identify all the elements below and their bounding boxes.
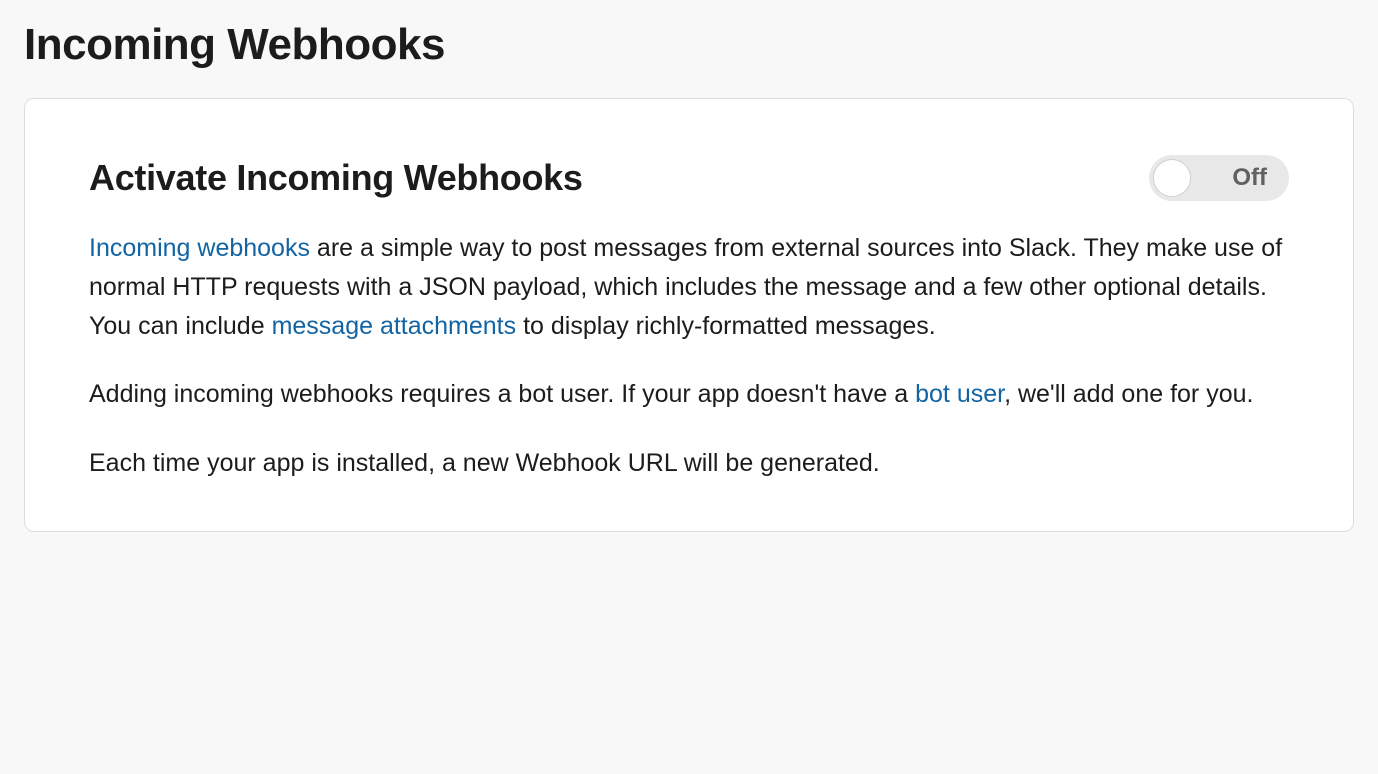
text-span: Adding incoming webhooks requires a bot … — [89, 380, 915, 408]
settings-card: Activate Incoming Webhooks Off Incoming … — [24, 98, 1354, 532]
text-span: to display richly-formatted messages. — [516, 312, 936, 340]
activate-toggle[interactable]: Off — [1149, 155, 1289, 201]
description-paragraph-2: Adding incoming webhooks requires a bot … — [89, 375, 1289, 414]
description-paragraph-3: Each time your app is installed, a new W… — [89, 444, 1289, 483]
message-attachments-link[interactable]: message attachments — [272, 312, 517, 340]
card-header: Activate Incoming Webhooks Off — [89, 155, 1289, 201]
toggle-label: Off — [1232, 164, 1267, 192]
text-span: , we'll add one for you. — [1004, 380, 1253, 408]
section-title: Activate Incoming Webhooks — [89, 157, 583, 199]
page-title: Incoming Webhooks — [24, 20, 1354, 70]
bot-user-link[interactable]: bot user — [915, 380, 1004, 408]
text-span: Each time your app is installed, a new W… — [89, 449, 880, 477]
toggle-knob — [1153, 159, 1191, 197]
incoming-webhooks-link[interactable]: Incoming webhooks — [89, 234, 310, 262]
description-paragraph-1: Incoming webhooks are a simple way to po… — [89, 229, 1289, 345]
